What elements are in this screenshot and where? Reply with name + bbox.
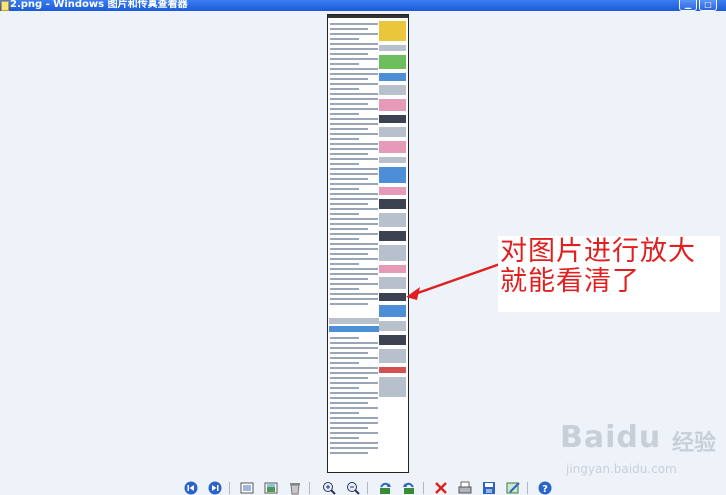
app-icon	[1, 1, 9, 11]
zoom-in-button[interactable]	[321, 481, 336, 495]
prev-icon	[184, 481, 197, 495]
rotate-counterclockwise-button[interactable]	[401, 481, 416, 495]
window-title: 2.png - Windows 图片和传真查看器	[10, 0, 188, 10]
help-button[interactable]: ?	[537, 481, 552, 495]
maximize-button[interactable]: □	[699, 0, 717, 11]
watermark-logo-suffix: 经验	[672, 431, 717, 456]
watermark-logo: Baidu	[560, 420, 662, 455]
print-icon	[458, 481, 471, 494]
viewer-toolbar: ?	[0, 480, 726, 495]
delete-icon	[434, 482, 447, 494]
maximize-icon: □	[704, 0, 712, 9]
image-viewer-area[interactable]: 对图片进行放大 就能看清了 Baidu 经验 jingyan.baidu.com	[0, 11, 726, 480]
toolbar-separator	[367, 482, 368, 494]
minimize-button[interactable]: ▁	[679, 0, 697, 11]
rotate-ccw-icon	[402, 482, 414, 494]
best-fit-icon	[240, 482, 253, 494]
actual-size-button[interactable]	[263, 481, 278, 495]
best-fit-button[interactable]	[239, 481, 254, 495]
toolbar-separator	[527, 482, 528, 494]
next-icon	[208, 481, 221, 495]
actual-size-icon	[264, 482, 277, 494]
next-image-button[interactable]	[207, 481, 222, 495]
svg-text:?: ?	[542, 484, 548, 495]
callout-text: 对图片进行放大 就能看清了	[500, 237, 720, 297]
zoom-out-icon	[346, 482, 360, 495]
slideshow-icon	[289, 482, 300, 494]
edit-button[interactable]	[505, 481, 520, 495]
edit-icon	[506, 482, 520, 494]
rotate-cw-icon	[379, 482, 391, 494]
previous-image-button[interactable]	[183, 481, 198, 495]
watermark-url: jingyan.baidu.com	[566, 462, 677, 476]
zoom-out-button[interactable]	[345, 481, 360, 495]
minimize-icon: ▁	[684, 0, 692, 9]
rotate-clockwise-button[interactable]	[377, 481, 392, 495]
title-bar[interactable]: 2.png - Windows 图片和传真查看器 ▁ □	[0, 0, 726, 11]
save-button[interactable]	[481, 481, 496, 495]
toolbar-separator	[423, 482, 424, 494]
callout-line-1: 对图片进行放大	[500, 236, 696, 267]
callout-line-2: 就能看清了	[500, 266, 640, 297]
print-button[interactable]	[457, 481, 472, 495]
toolbar-separator	[229, 482, 230, 494]
toolbar-separator	[309, 482, 310, 494]
annotation-callout: 对图片进行放大 就能看清了	[498, 236, 720, 312]
help-icon: ?	[538, 481, 551, 495]
save-icon	[482, 482, 495, 494]
baidu-watermark: Baidu 经验 jingyan.baidu.com	[560, 420, 720, 482]
zoom-in-icon	[322, 482, 336, 495]
slideshow-button[interactable]	[287, 481, 302, 495]
delete-button[interactable]	[433, 481, 448, 495]
